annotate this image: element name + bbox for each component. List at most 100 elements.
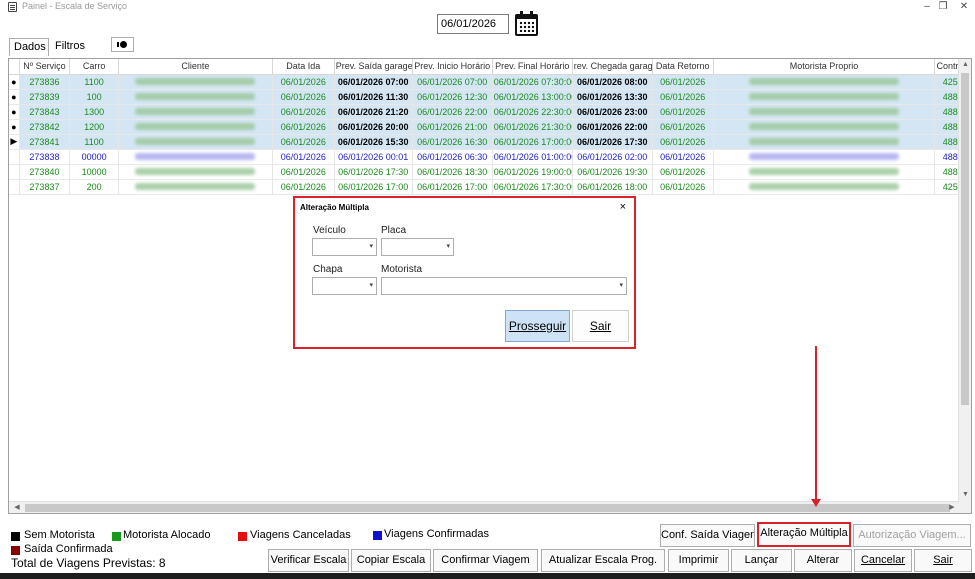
cell-data-ida[interactable]: 06/01/2026 (272, 74, 335, 90)
table-row[interactable]: ● 273839 100 06/01/2026 06/01/2026 11:30 06/0… (9, 89, 971, 105)
cell-retorno[interactable]: 06/01/2026 (652, 134, 714, 150)
cell-retorno[interactable]: 06/01/2026 (652, 104, 714, 120)
table-row[interactable]: ● 273836 1100 06/01/2026 06/01/2026 07:00 06/… (9, 74, 971, 90)
cell-final[interactable]: 06/01/2026 01:00:00 (492, 149, 573, 165)
cell-carro[interactable]: 200 (69, 179, 119, 195)
col-cliente[interactable]: Cliente (118, 59, 273, 75)
cell-indicator[interactable]: ● (9, 104, 20, 120)
close-icon[interactable]: × (620, 201, 626, 213)
cell-carro[interactable]: 10000 (69, 164, 119, 180)
placa-select[interactable] (381, 238, 454, 256)
col-prev-saida[interactable]: Prev. Saída garagem (334, 59, 413, 75)
cell-data-ida[interactable]: 06/01/2026 (272, 149, 335, 165)
cell-servico[interactable]: 273836 (19, 74, 71, 90)
cell-indicator[interactable]: ● (9, 119, 20, 135)
scroll-up-icon[interactable]: ▲ (959, 59, 971, 71)
col-data-ida[interactable]: Data Ida (272, 59, 335, 75)
cell-motorista[interactable] (713, 119, 936, 135)
table-row[interactable]: 273838 00000 06/01/2026 06/01/2026 00:01 06/… (9, 149, 971, 165)
calendar-icon[interactable] (515, 11, 538, 36)
cell-indicator[interactable]: ▶ (9, 134, 20, 150)
cell-servico[interactable]: 273838 (19, 149, 71, 165)
cell-retorno[interactable]: 06/01/2026 (652, 149, 714, 165)
lancar-button[interactable]: Lançar (731, 549, 792, 572)
scroll-down-icon[interactable]: ▼ (959, 489, 971, 501)
cell-saida[interactable]: 06/01/2026 21:20 (334, 104, 413, 120)
autorizacao-viagem-button[interactable]: Autorização Viagem... (853, 524, 971, 547)
cell-inicio[interactable]: 06/01/2026 16:30 (412, 134, 493, 150)
cell-data-ida[interactable]: 06/01/2026 (272, 179, 335, 195)
cell-saida[interactable]: 06/01/2026 11:30 (334, 89, 413, 105)
cell-cliente[interactable] (118, 164, 273, 180)
tab-dados[interactable]: Dados (9, 38, 49, 56)
cell-retorno[interactable]: 06/01/2026 (652, 74, 714, 90)
close-button[interactable]: ✕ (953, 0, 975, 14)
cell-data-ida[interactable]: 06/01/2026 (272, 104, 335, 120)
scroll-right-icon[interactable]: ▶ (946, 502, 958, 513)
cell-carro[interactable]: 1100 (69, 134, 119, 150)
dialog-sair-button[interactable]: Sair (572, 310, 629, 342)
prosseguir-button[interactable]: Prosseguir (505, 310, 570, 342)
cell-indicator[interactable]: ● (9, 89, 20, 105)
table-row[interactable]: ● 273842 1200 06/01/2026 06/01/2026 20:00 06/… (9, 119, 971, 135)
cell-chegada[interactable]: 06/01/2026 02:00 (572, 149, 653, 165)
table-row[interactable]: 273840 10000 06/01/2026 06/01/2026 17:30 06/… (9, 164, 971, 180)
col-prev-final[interactable]: Prev. Final Horário (492, 59, 573, 75)
tab-filtros[interactable]: Filtros (51, 38, 91, 56)
cell-final[interactable]: 06/01/2026 22:30:00 (492, 104, 573, 120)
cell-cliente[interactable] (118, 179, 273, 195)
cell-chegada[interactable]: 06/01/2026 23:00 (572, 104, 653, 120)
cell-carro[interactable]: 1200 (69, 119, 119, 135)
cell-inicio[interactable]: 06/01/2026 18:30 (412, 164, 493, 180)
cell-chegada[interactable]: 06/01/2026 18:00 (572, 179, 653, 195)
col-data-retorno[interactable]: Data Retorno (652, 59, 714, 75)
cell-carro[interactable]: 00000 (69, 149, 119, 165)
copiar-escala-button[interactable]: Copiar Escala (351, 549, 431, 572)
cell-chegada[interactable]: 06/01/2026 22:00 (572, 119, 653, 135)
cell-motorista[interactable] (713, 74, 936, 90)
verificar-escala-button[interactable]: Verificar Escala (268, 549, 349, 572)
cell-motorista[interactable] (713, 134, 936, 150)
cell-servico[interactable]: 273839 (19, 89, 71, 105)
cell-indicator[interactable] (9, 149, 20, 165)
alteracao-multipla-button[interactable]: Alteração Múltipla (757, 522, 851, 547)
cell-motorista[interactable] (713, 104, 936, 120)
cell-data-ida[interactable]: 06/01/2026 (272, 134, 335, 150)
scroll-left-icon[interactable]: ◀ (11, 502, 23, 513)
restore-button[interactable]: ❐ (932, 0, 954, 14)
cell-servico[interactable]: 273840 (19, 164, 71, 180)
cell-data-ida[interactable]: 06/01/2026 (272, 164, 335, 180)
cell-final[interactable]: 06/01/2026 17:00:00 (492, 134, 573, 150)
scroll-thumb[interactable] (961, 73, 969, 405)
col-servico[interactable]: Nº Serviço (19, 59, 71, 75)
cell-chegada[interactable]: 06/01/2026 19:30 (572, 164, 653, 180)
alterar-button[interactable]: Alterar (794, 549, 852, 572)
cell-cliente[interactable] (118, 149, 273, 165)
cell-saida[interactable]: 06/01/2026 17:00 (334, 179, 413, 195)
col-motorista[interactable]: Motorista Proprio (713, 59, 936, 75)
cell-chegada[interactable]: 06/01/2026 17:30 (572, 134, 653, 150)
cell-retorno[interactable]: 06/01/2026 (652, 179, 714, 195)
cell-saida[interactable]: 06/01/2026 20:00 (334, 119, 413, 135)
cell-data-ida[interactable]: 06/01/2026 (272, 89, 335, 105)
date-input[interactable]: 06/01/2026 (437, 14, 509, 34)
cell-retorno[interactable]: 06/01/2026 (652, 119, 714, 135)
cell-saida[interactable]: 06/01/2026 15:30 (334, 134, 413, 150)
cell-servico[interactable]: 273841 (19, 134, 71, 150)
cell-servico[interactable]: 273837 (19, 179, 71, 195)
cell-carro[interactable]: 1300 (69, 104, 119, 120)
cell-inicio[interactable]: 06/01/2026 06:30 (412, 149, 493, 165)
cell-data-ida[interactable]: 06/01/2026 (272, 119, 335, 135)
cell-saida[interactable]: 06/01/2026 17:30 (334, 164, 413, 180)
cell-inicio[interactable]: 06/01/2026 22:00 (412, 104, 493, 120)
cell-saida[interactable]: 06/01/2026 07:00 (334, 74, 413, 90)
table-row[interactable]: ● 273843 1300 06/01/2026 06/01/2026 21:20 06/… (9, 104, 971, 120)
conf-saida-viagem-button[interactable]: Conf. Saída Viagem (660, 524, 755, 547)
cell-inicio[interactable]: 06/01/2026 12:30 (412, 89, 493, 105)
vertical-scrollbar[interactable]: ▲ ▼ (958, 59, 971, 513)
motorista-select[interactable] (381, 277, 627, 295)
cell-servico[interactable]: 273843 (19, 104, 71, 120)
veiculo-select[interactable] (312, 238, 377, 256)
cell-chegada[interactable]: 06/01/2026 08:00 (572, 74, 653, 90)
table-row[interactable]: ▶ 273841 1100 06/01/2026 06/01/2026 15:30 06/… (9, 134, 971, 150)
